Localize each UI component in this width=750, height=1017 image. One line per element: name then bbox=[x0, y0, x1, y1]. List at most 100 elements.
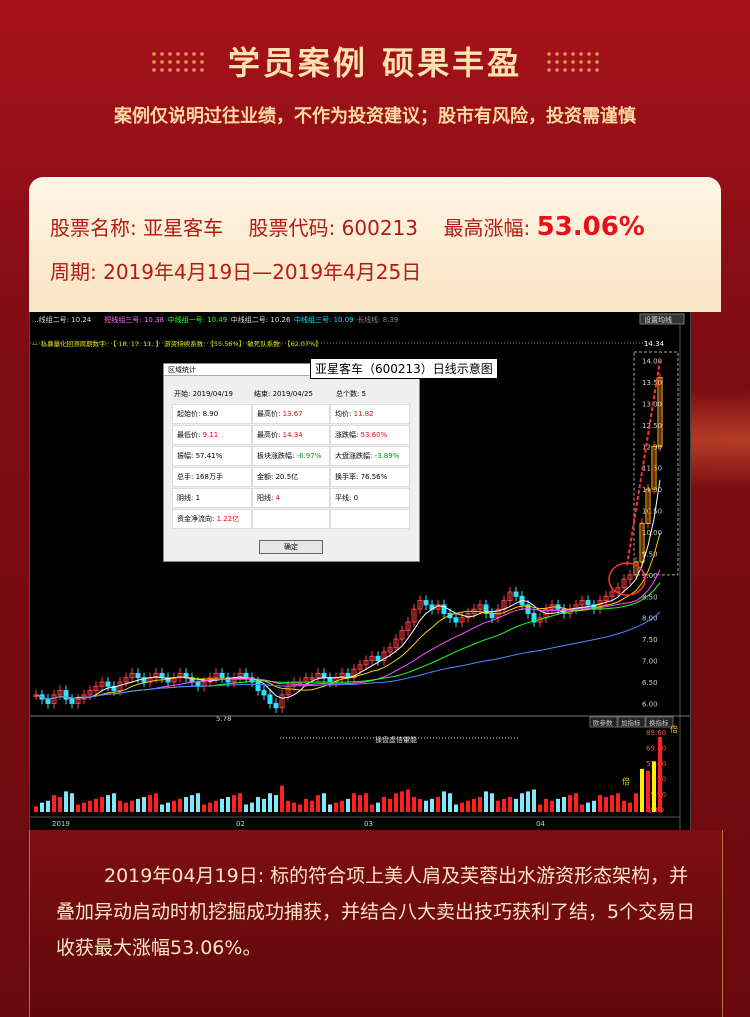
volume-bar bbox=[400, 791, 404, 812]
stat-value: 14.34 bbox=[280, 431, 303, 439]
ma-legend-item: 中线组三号: 10.09 bbox=[294, 315, 354, 324]
stat-cell: 金额: 20.5亿 bbox=[252, 467, 330, 487]
page-title: 学员案例 硕果丰盈 bbox=[227, 44, 523, 82]
volume-bar bbox=[100, 797, 104, 812]
volume-bar bbox=[556, 798, 560, 812]
stat-value: 1 bbox=[193, 494, 201, 502]
card-frame bbox=[29, 289, 721, 312]
stat-label: 均价: bbox=[335, 410, 352, 418]
volume-tick: 69.80 bbox=[646, 745, 666, 753]
volume-bar bbox=[628, 802, 632, 812]
stat-label: 最高价: bbox=[257, 410, 281, 418]
stat-value: 76.56% bbox=[358, 473, 388, 481]
volume-bar bbox=[610, 795, 614, 812]
stock-info-line: 股票名称: 亚星客车 股票代码: 600213 最高涨幅: 53.06% bbox=[50, 212, 645, 242]
price-tick: 7.50 bbox=[642, 636, 658, 644]
volume-bar bbox=[394, 793, 398, 812]
stat-label: 阳线: bbox=[257, 494, 274, 502]
candle-body bbox=[267, 694, 273, 704]
stat-value: 0 bbox=[351, 494, 359, 502]
price-tick: 12.50 bbox=[642, 422, 662, 430]
stock-chart-screenshot: ...线组二号: 10.24 短线组三号: 10.38 中线组一号: 10.49 中线… bbox=[29, 312, 691, 830]
volume-bar bbox=[364, 793, 368, 812]
candle-body bbox=[423, 600, 429, 606]
stat-label: 换手率: bbox=[335, 473, 359, 481]
end-date[interactable]: 2019/04/25 bbox=[273, 390, 313, 398]
volume-bar bbox=[112, 793, 116, 812]
price-tick: 10.50 bbox=[642, 508, 662, 516]
start-label: 开始: bbox=[174, 390, 191, 398]
volume-bar bbox=[328, 804, 332, 812]
volume-bar bbox=[82, 802, 86, 812]
stat-value: 53.60% bbox=[358, 431, 388, 439]
volume-bar bbox=[406, 789, 410, 812]
volume-bar bbox=[430, 798, 434, 812]
volume-bar bbox=[88, 800, 92, 812]
volume-bar bbox=[58, 797, 62, 812]
stat-cell: 涨跌幅: 53.60% bbox=[330, 425, 410, 445]
stat-cell: 最高价: 13.67 bbox=[252, 404, 330, 424]
count-label: 总个数: bbox=[336, 390, 360, 398]
volume-bar bbox=[268, 793, 272, 812]
volume-bar bbox=[358, 795, 362, 812]
volume-bar bbox=[634, 793, 638, 812]
volume-bar bbox=[658, 737, 662, 812]
candle-body bbox=[585, 600, 591, 606]
stat-cell: 资金净流向: 1.22亿 bbox=[172, 509, 252, 529]
stat-cell: 最高价: 14.34 bbox=[252, 425, 330, 445]
volume-label: 操盘虚倍量能 bbox=[375, 735, 417, 744]
volume-bar bbox=[136, 798, 140, 812]
candle-body bbox=[195, 681, 201, 687]
stat-cell bbox=[330, 509, 410, 529]
volume-bar bbox=[580, 804, 584, 812]
volume-bar bbox=[598, 795, 602, 812]
volume-bar bbox=[562, 797, 566, 812]
ma-legend-item: 短线组三号: 10.38 bbox=[104, 315, 164, 324]
volume-bar bbox=[418, 798, 422, 812]
volume-bar bbox=[616, 793, 620, 812]
volume-bar bbox=[34, 806, 38, 812]
stat-value: 4 bbox=[273, 494, 281, 502]
indicator-tab: 欧参数 bbox=[593, 718, 613, 727]
count-value: 5 bbox=[361, 390, 367, 398]
settings-button: 设置均线 bbox=[644, 315, 672, 324]
price-tick: 13.50 bbox=[642, 379, 662, 387]
volume-bar bbox=[532, 789, 536, 812]
indicator-tab: 换指标 bbox=[649, 718, 669, 727]
start-circle bbox=[608, 562, 646, 596]
volume-bar bbox=[130, 800, 134, 812]
stat-cell: 起始价: 8.90 bbox=[172, 404, 252, 424]
volume-bar bbox=[250, 802, 254, 812]
end-date-row: 结束: 2019/04/25 bbox=[254, 389, 313, 399]
volume-bar bbox=[592, 800, 596, 812]
count-row: 总个数: 5 bbox=[336, 389, 366, 399]
stat-value: -6.97% bbox=[294, 452, 322, 460]
start-date[interactable]: 2019/04/19 bbox=[193, 390, 233, 398]
volume-bar bbox=[160, 804, 164, 812]
stat-value: 9.11 bbox=[200, 431, 219, 439]
volume-bar bbox=[538, 804, 542, 812]
multiplier-marker: 倍 bbox=[670, 724, 678, 734]
case-description: 2019年04月19日: 标的符合项上美人肩及芙蓉出水游资形态架构，并叠加异动启… bbox=[56, 865, 696, 959]
volume-bar bbox=[352, 793, 356, 812]
price-tick: 7.00 bbox=[642, 658, 658, 666]
stat-value: 57.41% bbox=[193, 452, 223, 460]
date-tick: 04 bbox=[536, 820, 545, 828]
volume-bar bbox=[286, 800, 290, 812]
volume-bar bbox=[76, 804, 80, 812]
volume-bar bbox=[454, 804, 458, 812]
ok-button[interactable]: 确定 bbox=[259, 540, 323, 554]
candle-body bbox=[105, 681, 111, 687]
volume-bar bbox=[550, 800, 554, 812]
candle-body bbox=[453, 617, 459, 623]
stat-cell: 阳线: 4 bbox=[252, 488, 330, 508]
volume-bar bbox=[244, 804, 248, 812]
stat-label: 振幅: bbox=[177, 452, 194, 460]
candle-body bbox=[255, 681, 261, 692]
volume-bar bbox=[310, 800, 314, 812]
region-stats-dialog[interactable]: 区域统计 开始: 2019/04/19 结束: 2019/04/25 总个数: … bbox=[163, 363, 420, 562]
ma30-line bbox=[35, 582, 661, 700]
candle-body bbox=[69, 698, 75, 704]
volume-bar bbox=[370, 804, 374, 812]
volume-bar bbox=[436, 797, 440, 812]
